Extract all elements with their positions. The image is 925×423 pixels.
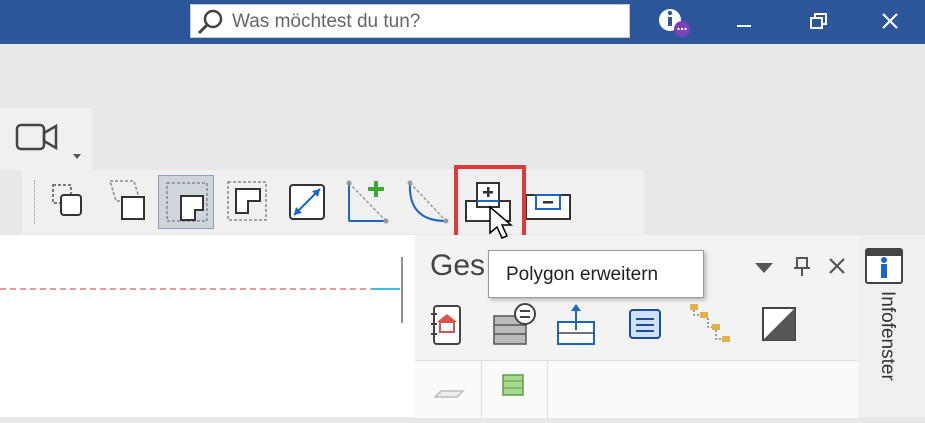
arc-curve-icon [407, 180, 449, 224]
house-notebook-icon [431, 305, 461, 345]
title-bar: Was möchtest du tun? [0, 0, 925, 44]
diagonal-split-icon [289, 184, 325, 220]
house-notebook-button[interactable] [424, 302, 474, 348]
drawing-canvas[interactable] [0, 235, 415, 417]
infofenster-tab[interactable]: Infofenster [858, 235, 925, 417]
layer-settings-icon [493, 303, 536, 345]
info-user-icon [659, 9, 690, 37]
pin-icon[interactable] [791, 255, 813, 277]
add-line-point-icon [346, 180, 389, 224]
dropdown-triangle-icon[interactable] [753, 259, 775, 275]
arc-curve-button[interactable] [400, 175, 456, 229]
polygon-dashed-icon [227, 181, 267, 221]
3d-box-icon [557, 304, 595, 345]
add-line-point-button[interactable] [340, 175, 396, 229]
plane-cell[interactable] [415, 361, 482, 418]
search-placeholder: Was möchtest du tun? [232, 11, 421, 32]
search-box[interactable]: Was möchtest du tun? [190, 4, 630, 38]
search-icon [197, 9, 223, 35]
tool-separator [34, 180, 35, 224]
transform-shape-icon [108, 180, 145, 220]
tooltip: Polygon erweitern [488, 250, 704, 298]
ribbon-background [0, 44, 925, 110]
minimize-button[interactable] [720, 0, 766, 44]
panel-title: Ges [430, 249, 486, 282]
infofenster-label-wrap: Infofenster [870, 291, 900, 411]
3d-box-button[interactable] [552, 302, 602, 348]
info-window-icon [865, 248, 903, 284]
polygon-corner-icon [166, 182, 208, 222]
cube-icon [502, 374, 524, 396]
polygon-dashed-button[interactable] [220, 175, 276, 229]
minimize-icon [737, 25, 751, 27]
contrast-button[interactable] [756, 302, 806, 348]
canvas-lines [0, 257, 403, 323]
infofenster-label: Infofenster [877, 291, 898, 381]
plane-icon [433, 390, 465, 398]
tree-icon [690, 304, 730, 342]
polygon-reduce-icon [525, 194, 571, 220]
copy-selection-icon [52, 184, 82, 216]
restore-icon [810, 13, 827, 29]
diagonal-split-button[interactable] [280, 175, 336, 229]
transform-shape-button[interactable] [100, 175, 156, 229]
tooltip-text: Polygon erweitern [506, 264, 659, 285]
close-icon [882, 13, 898, 29]
polygon-reduce-button[interactable] [520, 175, 576, 229]
restore-button[interactable] [796, 0, 842, 44]
polygon-corner-button[interactable] [158, 175, 214, 229]
info-user-button[interactable] [652, 0, 698, 44]
mouse-cursor-icon [489, 205, 514, 239]
camera-group[interactable] [0, 108, 92, 170]
camera-icon [15, 123, 81, 159]
panel-close-icon[interactable] [827, 256, 847, 276]
cube-cell[interactable] [481, 361, 548, 418]
copy-selection-button[interactable] [40, 175, 96, 229]
contrast-icon [762, 307, 796, 341]
layer-settings-button[interactable] [488, 302, 538, 348]
list-view-icon [629, 309, 661, 339]
panel-sub-row [415, 360, 858, 418]
list-view-button[interactable] [624, 302, 674, 348]
window-close-button[interactable] [866, 0, 912, 44]
tree-button[interactable] [684, 302, 734, 348]
